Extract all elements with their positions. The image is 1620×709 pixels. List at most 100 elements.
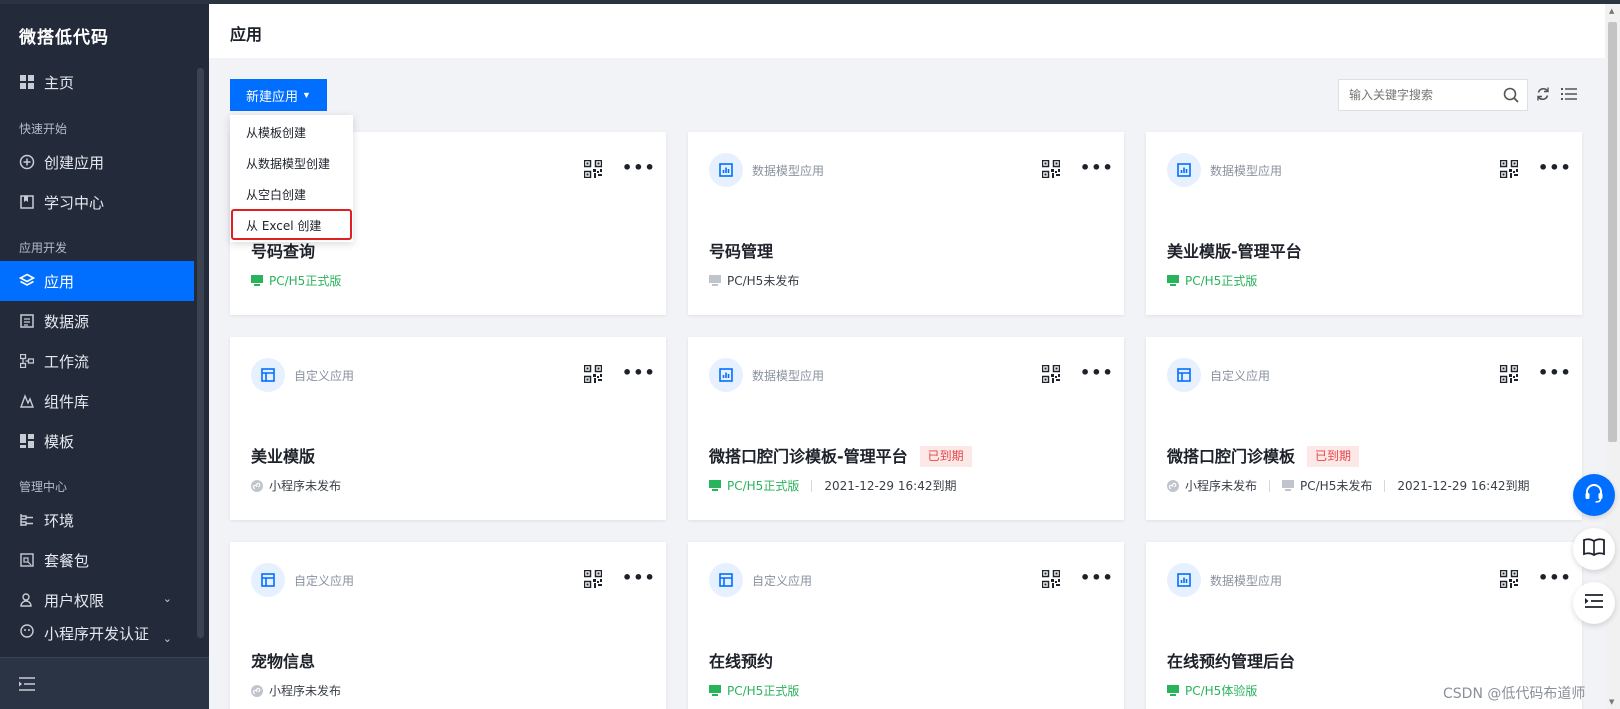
status-row: PC/H5未发布 bbox=[709, 272, 799, 289]
publish-status: PC/H5正式版 bbox=[709, 477, 799, 494]
app-card[interactable]: 数据模型应用 ••• 号码管理 PC/H5未发布 bbox=[688, 132, 1124, 315]
sidebar-item-apps[interactable]: 应用 bbox=[0, 261, 194, 301]
customer-service-button[interactable] bbox=[1573, 474, 1615, 516]
sidebar-item-label: 套餐包 bbox=[44, 551, 90, 570]
app-card[interactable]: 自定义应用 ••• 美业模版 小程序未发布 bbox=[230, 337, 666, 520]
more-options-icon[interactable]: ••• bbox=[622, 568, 656, 587]
template-icon bbox=[19, 433, 35, 449]
status-text: PC/H5正式版 bbox=[269, 274, 342, 288]
sidebar-item-label: 学习中心 bbox=[44, 193, 105, 212]
sidebar-item-user-permissions[interactable]: 用户权限 ⌄ bbox=[0, 580, 194, 620]
sidebar-item-workflow[interactable]: 工作流 bbox=[0, 341, 194, 381]
publish-status: 2021-12-29 16:42到期 bbox=[824, 477, 956, 494]
app-card[interactable]: 数据模型应用 ••• 微搭口腔门诊模板-管理平台 已到期 PC/H5正式版 2021-12… bbox=[688, 337, 1124, 520]
app-type-label: 自定义应用 bbox=[294, 369, 355, 383]
search-box[interactable] bbox=[1338, 79, 1528, 111]
sidebar-item-templates[interactable]: 模板 bbox=[0, 421, 194, 461]
app-type-label: 数据模型应用 bbox=[752, 164, 825, 178]
publish-status: PC/H5未发布 bbox=[709, 272, 799, 289]
watermark-text: CSDN @低代码布道师 bbox=[1443, 686, 1586, 702]
menu-item-from-template[interactable]: 从模板创建 bbox=[246, 124, 306, 141]
app-name-text: 美业模版-管理平台 bbox=[1167, 242, 1302, 261]
more-options-icon[interactable]: ••• bbox=[1538, 363, 1572, 382]
sidebar-item-datasource[interactable]: 数据源 bbox=[0, 301, 194, 341]
miniprogram-icon bbox=[251, 479, 263, 492]
sidebar-scrollbar[interactable] bbox=[197, 68, 204, 638]
more-options-icon[interactable]: ••• bbox=[1080, 568, 1114, 587]
qr-code-icon[interactable] bbox=[583, 159, 603, 182]
docs-button[interactable] bbox=[1573, 528, 1615, 570]
sidebar-item-components[interactable]: 组件库 bbox=[0, 381, 194, 421]
database-icon bbox=[19, 313, 35, 329]
user-icon bbox=[19, 592, 35, 608]
sidebar-item-package[interactable]: 套餐包 bbox=[0, 540, 194, 580]
qr-code-icon[interactable] bbox=[1499, 569, 1519, 592]
data-model-app-icon bbox=[1167, 153, 1201, 187]
app-type-label: 数据模型应用 bbox=[1210, 164, 1283, 178]
plus-circle-icon bbox=[19, 154, 35, 170]
app-name: 微搭口腔门诊模板 已到期 bbox=[1167, 443, 1360, 467]
sidebar-item-label: 组件库 bbox=[44, 392, 90, 411]
expired-badge: 已到期 bbox=[919, 446, 972, 467]
more-options-icon[interactable]: ••• bbox=[622, 158, 656, 177]
app-name-text: 微搭口腔门诊模板 bbox=[1167, 447, 1296, 466]
status-row: 小程序未发布 PC/H5未发布 2021-12-29 16:42到期 bbox=[1167, 477, 1529, 494]
scrollbar-thumb[interactable] bbox=[1608, 22, 1617, 442]
sidebar-item-create-app[interactable]: 创建应用 bbox=[0, 142, 194, 182]
app-card[interactable]: 数据模型应用 ••• 美业模版-管理平台 PC/H5正式版 bbox=[1146, 132, 1582, 315]
search-input[interactable] bbox=[1349, 86, 1499, 104]
more-options-icon[interactable]: ••• bbox=[1080, 158, 1114, 177]
collapse-menu-icon[interactable] bbox=[19, 676, 35, 695]
miniprogram-icon bbox=[19, 623, 35, 639]
qr-code-icon[interactable] bbox=[583, 569, 603, 592]
app-name: 在线预约 bbox=[709, 648, 773, 672]
highlight-box bbox=[231, 209, 352, 240]
publish-status: PC/H5正式版 bbox=[709, 682, 799, 699]
section-quick-start: 快速开始 bbox=[19, 122, 68, 136]
custom-app-icon bbox=[251, 563, 285, 597]
app-name: 美业模版 bbox=[251, 443, 315, 467]
qr-code-icon[interactable] bbox=[1499, 364, 1519, 387]
app-card[interactable]: 自定义应用 ••• 在线预约 PC/H5正式版 bbox=[688, 542, 1124, 709]
status-text: 2021-12-29 16:42到期 bbox=[824, 479, 957, 493]
more-options-icon[interactable]: ••• bbox=[1538, 158, 1572, 177]
scroll-down-icon[interactable]: ▼ bbox=[1609, 698, 1614, 706]
qr-code-icon[interactable] bbox=[583, 364, 603, 387]
status-row: 小程序未发布 bbox=[251, 682, 341, 699]
more-options-icon[interactable]: ••• bbox=[622, 363, 656, 382]
status-row: PC/H5正式版 bbox=[1167, 272, 1257, 289]
package-icon bbox=[19, 552, 35, 568]
miniprogram-icon bbox=[251, 684, 263, 697]
menu-item-from-data-model[interactable]: 从数据模型创建 bbox=[246, 155, 330, 172]
app-type-label: 自定义应用 bbox=[294, 574, 355, 588]
app-card[interactable]: 自定义应用 ••• 微搭口腔门诊模板 已到期 小程序未发布 PC/H5未发布 2021-12… bbox=[1146, 337, 1582, 520]
qr-code-icon[interactable] bbox=[1041, 569, 1061, 592]
sidebar-item-label: 数据源 bbox=[44, 312, 90, 331]
search-icon[interactable] bbox=[1503, 87, 1519, 107]
more-options-icon[interactable]: ••• bbox=[1080, 363, 1114, 382]
sidebar-item-learning[interactable]: 学习中心 bbox=[0, 182, 194, 222]
qr-code-icon[interactable] bbox=[1041, 364, 1061, 387]
outline-button[interactable] bbox=[1573, 582, 1615, 624]
sidebar-item-environment[interactable]: 环境 bbox=[0, 500, 194, 540]
status-text: PC/H5正式版 bbox=[727, 684, 800, 698]
qr-code-icon[interactable] bbox=[1041, 159, 1061, 182]
list-view-icon[interactable] bbox=[1561, 86, 1577, 105]
more-options-icon[interactable]: ••• bbox=[1538, 568, 1572, 587]
chevron-down-icon: ⌄ bbox=[162, 632, 172, 645]
refresh-icon[interactable] bbox=[1536, 86, 1550, 106]
brand-logo: 微搭低代码 bbox=[19, 28, 109, 48]
new-app-dropdown-menu: 从模板创建 从数据模型创建 从空白创建 从 Excel 创建 bbox=[230, 115, 353, 242]
app-card[interactable]: 自定义应用 ••• 宠物信息 小程序未发布 bbox=[230, 542, 666, 709]
scroll-up-icon[interactable]: ▲ bbox=[1609, 7, 1614, 15]
section-app-dev: 应用开发 bbox=[19, 241, 68, 255]
menu-item-from-blank[interactable]: 从空白创建 bbox=[246, 186, 306, 203]
sidebar-item-home[interactable]: 主页 bbox=[0, 62, 194, 102]
app-type-label: 数据模型应用 bbox=[1210, 574, 1283, 588]
sidebar-item-label: 主页 bbox=[44, 73, 75, 92]
sidebar-item-label: 用户权限 bbox=[44, 591, 105, 610]
new-app-button[interactable]: 新建应用 ▼ bbox=[230, 79, 327, 111]
sidebar-item-miniprogram-cert[interactable]: 小程序开发认证 ⌄ bbox=[0, 620, 194, 650]
qr-code-icon[interactable] bbox=[1499, 159, 1519, 182]
custom-app-icon bbox=[709, 563, 743, 597]
